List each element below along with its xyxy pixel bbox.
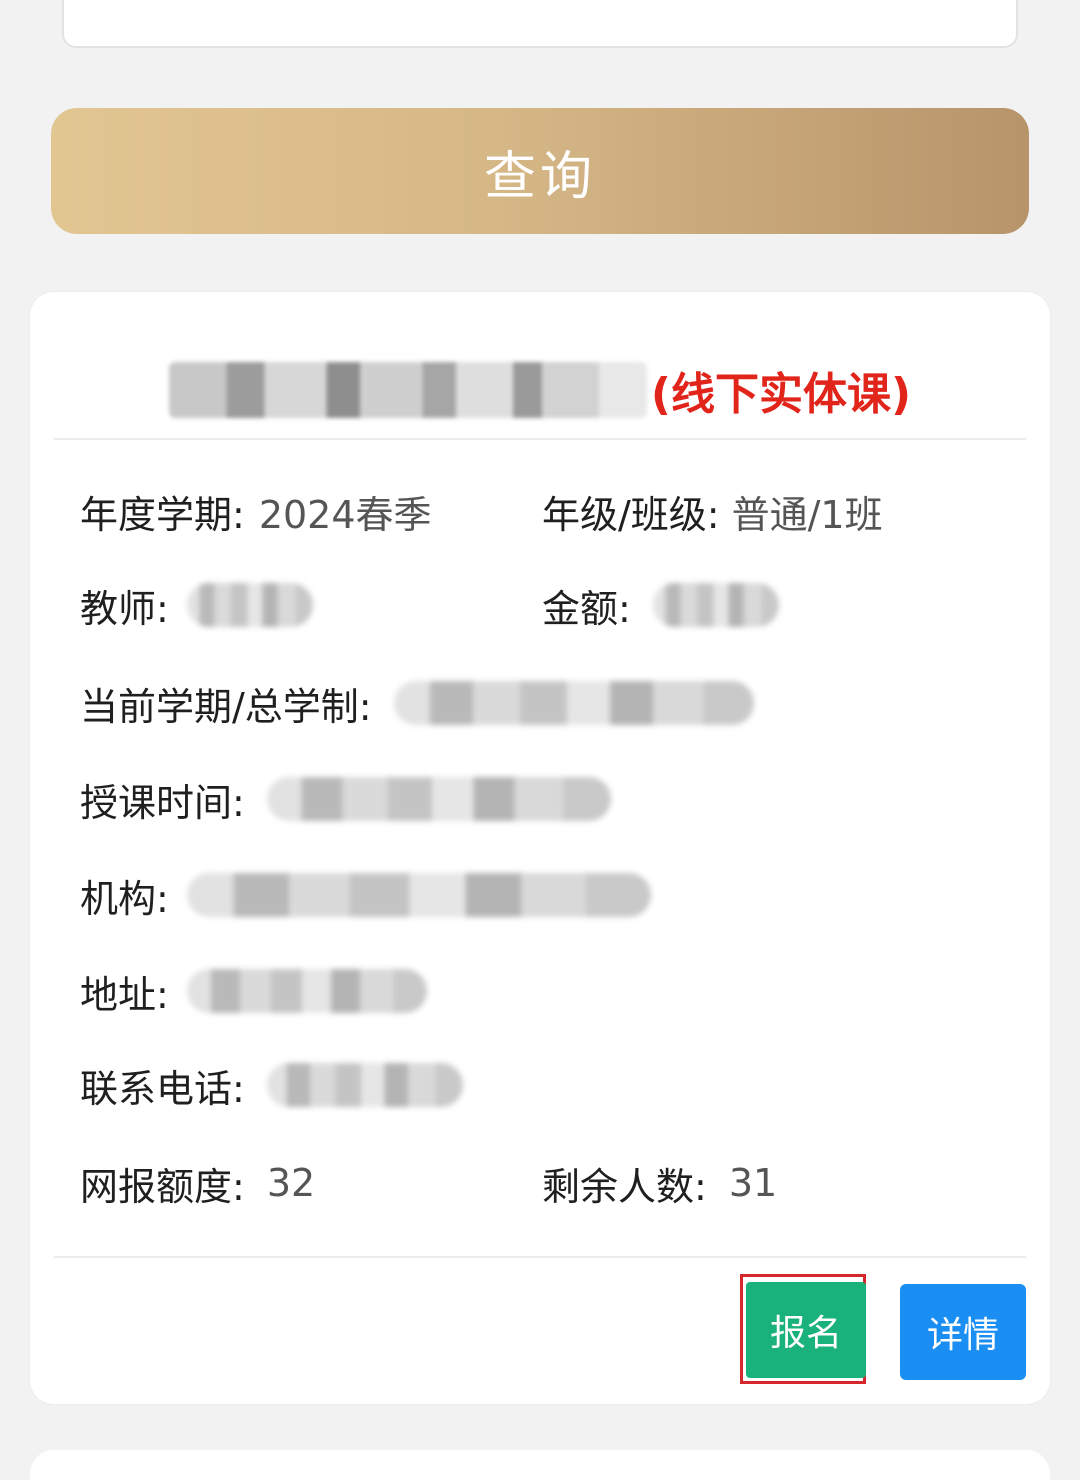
remaining-value: 31 [728,1161,778,1205]
amount-row: 金额: [542,580,779,631]
blurred-course-name [168,362,647,418]
current-term-row: 当前学期/总学制: [80,678,754,729]
grade-value: 普通/1班 [731,492,883,537]
amount-label: 金额: [542,586,631,631]
org-label: 机构: [80,876,169,921]
quota-row: 网报额度: 32 [80,1158,316,1209]
blurred-org-value [186,873,651,917]
term-row: 年度学期: 2024春季 [80,486,432,537]
address-row: 地址: [80,966,427,1017]
current-term-label: 当前学期/总学制: [80,684,372,729]
phone-label: 联系电话: [80,1066,245,1111]
term-value: 2024春季 [258,492,432,537]
query-button[interactable]: 查询 [51,108,1029,234]
search-input-field[interactable] [62,0,1018,48]
course-card: (线下实体课) 年度学期: 2024春季 年级/班级: 普通/1班 教师: 金额… [30,292,1050,1404]
time-label: 授课时间: [80,780,245,825]
grade-row: 年级/班级: 普通/1班 [542,486,883,537]
remaining-label: 剩余人数: [542,1164,707,1209]
teacher-row: 教师: [80,580,313,631]
org-row: 机构: [80,870,651,921]
quota-value: 32 [266,1161,316,1205]
title-divider [54,438,1026,440]
address-label: 地址: [80,972,169,1017]
course-title: (线下实体课) [30,350,1050,430]
blurred-current-term-value [393,681,754,725]
grade-label: 年级/班级: [542,492,720,537]
time-row: 授课时间: [80,774,611,825]
blurred-amount-value [652,583,779,627]
detail-button[interactable]: 详情 [900,1284,1026,1380]
teacher-label: 教师: [80,586,169,631]
blurred-time-value [266,777,611,821]
actions-divider [54,1256,1026,1258]
blurred-phone-value [266,1063,463,1107]
next-course-card [30,1450,1050,1480]
phone-row: 联系电话: [80,1060,463,1111]
term-label: 年度学期: [80,492,245,537]
blurred-teacher-value [186,583,313,627]
remaining-row: 剩余人数: 31 [542,1158,778,1209]
enroll-button[interactable]: 报名 [746,1282,866,1378]
course-type-label: (线下实体课) [650,369,912,420]
quota-label: 网报额度: [80,1164,245,1209]
blurred-address-value [186,969,427,1013]
